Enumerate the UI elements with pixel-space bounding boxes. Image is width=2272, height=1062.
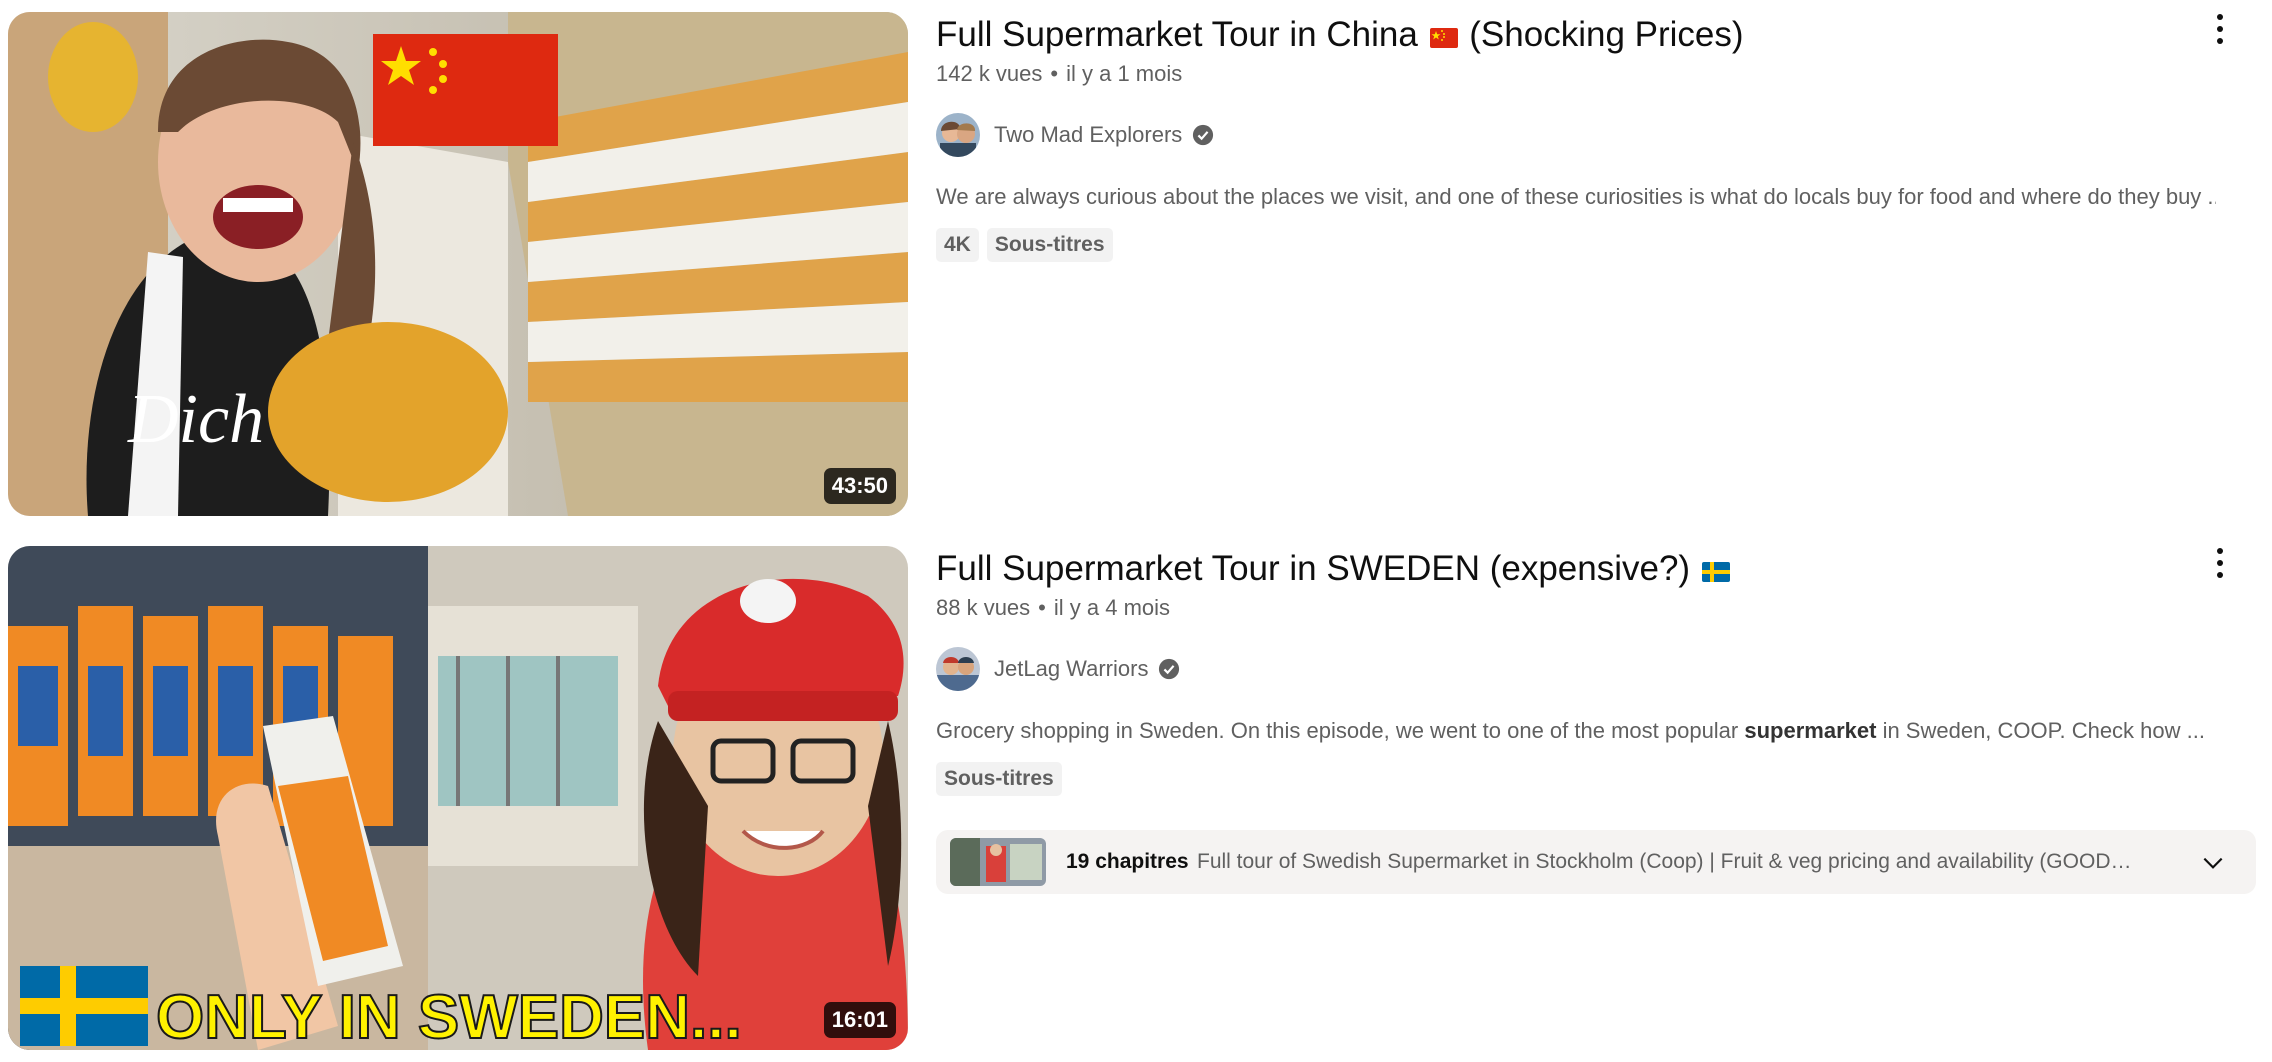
china-flag-icon	[1429, 28, 1458, 48]
video-title-text: Full Supermarket Tour in China	[936, 15, 1418, 54]
meta-separator: •	[1038, 595, 1046, 620]
video-duration: 43:50	[823, 468, 896, 504]
video-info: Full Supermarket Tour in SWEDEN (expensi…	[936, 534, 2256, 1054]
chevron-down-icon[interactable]	[2200, 850, 2226, 876]
channel-link[interactable]: JetLag Warriors	[936, 646, 1180, 692]
badge-4k: 4K	[936, 228, 979, 262]
channel-link[interactable]: Two Mad Explorers	[936, 112, 1214, 158]
video-title[interactable]: Full Supermarket Tour in China (Shocking…	[936, 12, 2166, 58]
sweden-flag-icon	[1701, 562, 1730, 582]
verified-check-icon	[1159, 658, 1180, 680]
video-meta: 88 k vues • il y a 4 mois	[936, 594, 1170, 622]
video-title-suffix: (Shocking Prices)	[1469, 15, 1744, 54]
channel-avatar[interactable]	[936, 113, 980, 157]
video-title[interactable]: Full Supermarket Tour in SWEDEN (expensi…	[936, 546, 2166, 592]
chapters-expander[interactable]: 19 chapitres Full tour of Swedish Superm…	[936, 830, 2256, 894]
chapter-thumbnail	[950, 838, 1046, 886]
view-count: 88 k vues	[936, 595, 1031, 620]
description-text-end: in Sweden, COOP. Check how ...	[1876, 718, 2205, 743]
video-description: We are always curious about the places w…	[936, 184, 2216, 209]
verified-check-icon	[1193, 124, 1214, 146]
channel-name: JetLag Warriors	[994, 656, 1149, 681]
upload-age: il y a 1 mois	[1066, 61, 1183, 86]
channel-avatar[interactable]	[936, 647, 980, 691]
badge-subtitles: Sous-titres	[936, 762, 1062, 796]
badge-row: Sous-titres	[936, 762, 1062, 796]
thumbnail-image: Dich	[8, 12, 908, 516]
video-result: ONLY IN SWEDEN... 16:01 Full Supermarket…	[0, 534, 2272, 1054]
description-text: Grocery shopping in Sweden. On this epis…	[936, 718, 1745, 743]
video-info: Full Supermarket Tour in China (Shocking…	[936, 0, 2256, 520]
view-count: 142 k vues	[936, 61, 1043, 86]
svg-text:Dich: Dich	[127, 381, 264, 458]
badge-row: 4K Sous-titres	[936, 228, 1113, 262]
video-thumbnail[interactable]: Dich 43:50	[8, 12, 908, 516]
meta-separator: •	[1050, 61, 1059, 86]
thumbnail-image: ONLY IN SWEDEN...	[8, 546, 908, 1050]
video-thumbnail[interactable]: ONLY IN SWEDEN... 16:01	[8, 546, 908, 1050]
video-result: Dich 43:50 Full Supermarket Tour in Chin…	[0, 0, 2272, 520]
chapter-title: Full tour of Swedish Supermarket in Stoc…	[1197, 850, 2132, 873]
upload-age: il y a 4 mois	[1053, 595, 1171, 620]
more-vert-icon[interactable]	[2206, 12, 2234, 46]
video-meta: 142 k vues • il y a 1 mois	[936, 60, 1182, 88]
video-title-text: Full Supermarket Tour in SWEDEN (expensi…	[936, 549, 1691, 588]
chapter-count: 19 chapitres	[1066, 850, 1189, 873]
channel-name: Two Mad Explorers	[994, 122, 1183, 147]
video-description: Grocery shopping in Sweden. On this epis…	[936, 716, 2216, 746]
description-highlight: supermarket	[1744, 718, 1877, 743]
thumbnail-overlay-text: ONLY IN SWEDEN...	[156, 983, 742, 1050]
video-duration: 16:01	[823, 1002, 896, 1038]
more-vert-icon[interactable]	[2206, 546, 2234, 580]
badge-subtitles: Sous-titres	[986, 228, 1113, 262]
